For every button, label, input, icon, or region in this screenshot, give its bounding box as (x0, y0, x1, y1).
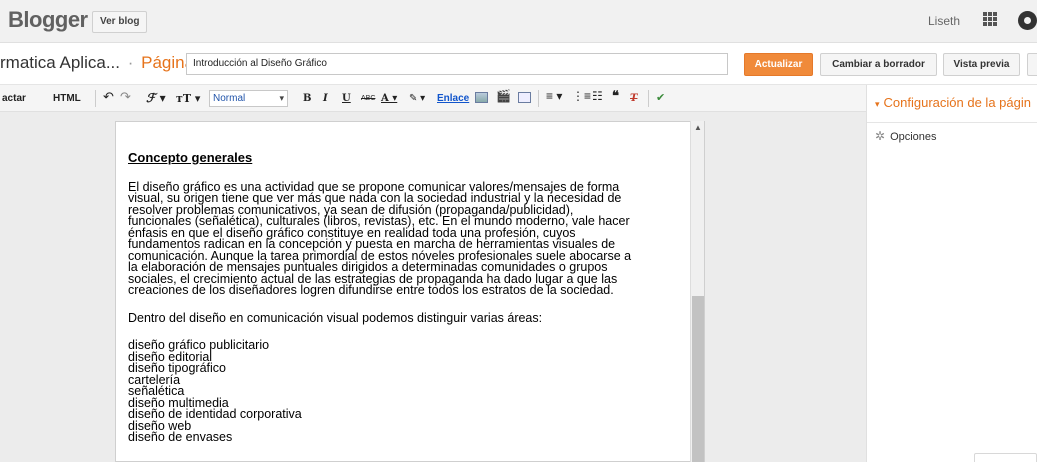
paragraph-line: creaciones de los diseñadores logren dif… (128, 283, 614, 297)
list-item: diseño tipográfico (128, 361, 226, 375)
insert-image-icon[interactable] (475, 92, 488, 103)
editor-toolbar: actar HTML ↶ ↷ ℱ ▾ ᴛT ▾ Normal B I U ABC… (0, 85, 866, 112)
insert-jump-break-icon[interactable] (518, 92, 531, 103)
list-item: diseño gráfico publicitario (128, 338, 270, 352)
quote-icon[interactable]: ❝ (612, 88, 619, 105)
undo-icon[interactable]: ↶ (103, 88, 114, 105)
list-item: cartelería (128, 372, 181, 387)
html-mode-tab[interactable]: HTML (53, 90, 81, 107)
page-settings-label: Configuración de la págin (883, 95, 1031, 110)
top-bar: Blogger Ver blog Liseth (0, 0, 1037, 43)
document-body: Concepto generales El diseño gráfico es … (128, 150, 688, 444)
editor-content-area[interactable]: Concepto generales El diseño gráfico es … (115, 121, 705, 462)
editor-scrollbar[interactable]: ▲ (690, 121, 704, 462)
breadcrumb-separator: · (127, 53, 134, 72)
settings-sidebar: ▾ Configuración de la págin ✲ Opciones (866, 85, 1037, 462)
text-color-icon[interactable]: A ▾ (381, 90, 397, 107)
user-name[interactable]: Liseth (928, 14, 960, 28)
blogger-logo[interactable]: Blogger (8, 7, 88, 33)
apps-grid-icon[interactable] (983, 12, 997, 26)
list-item: diseño de envases (128, 430, 233, 444)
view-blog-button[interactable]: Ver blog (92, 11, 148, 33)
italic-icon[interactable]: I (323, 90, 328, 107)
highlight-color-icon[interactable]: ✎ ▾ (409, 90, 425, 107)
align-icon[interactable]: ≡ ▾ (546, 88, 562, 105)
chevron-down-icon: ▾ (875, 99, 880, 109)
strikethrough-icon[interactable]: ABC (361, 90, 375, 107)
update-button[interactable]: Actualizar (744, 53, 813, 76)
toolbar-divider (538, 90, 539, 107)
insert-video-icon[interactable]: 🎬 (496, 88, 511, 105)
options-item[interactable]: ✲ Opciones (875, 129, 937, 143)
document-paragraph-2: Dentro del diseño en comunicación visual… (128, 310, 543, 325)
preview-button[interactable]: Vista previa (943, 53, 1020, 76)
account-avatar-icon[interactable] (1018, 11, 1037, 30)
compose-mode-tab[interactable]: actar (2, 90, 26, 107)
spellcheck-icon[interactable]: ✔ (656, 90, 665, 107)
underline-icon[interactable]: U (342, 90, 351, 107)
document-heading: Concepto generales (128, 150, 253, 165)
font-size-icon[interactable]: ᴛT ▾ (176, 90, 200, 107)
breadcrumb: rmatica Aplica... · Página (0, 53, 194, 73)
page-settings-title[interactable]: ▾ Configuración de la págin (875, 95, 1031, 110)
scrollbar-thumb[interactable] (692, 296, 704, 462)
redo-icon[interactable]: ↷ (120, 88, 131, 105)
remove-formatting-icon[interactable]: T (630, 90, 637, 107)
areas-list: diseño gráfico publicitario diseño edito… (128, 338, 688, 444)
bold-icon[interactable]: B (303, 90, 311, 107)
scroll-up-arrow-icon[interactable]: ▲ (694, 123, 702, 132)
document-paragraph-1: El diseño gráfico es una actividad que s… (128, 181, 688, 297)
toolbar-divider (648, 90, 649, 107)
post-title-bar: rmatica Aplica... · Página Introducción … (0, 43, 1037, 85)
toolbar-divider (95, 90, 96, 107)
blog-name[interactable]: rmatica Aplica... (0, 53, 120, 72)
close-button[interactable] (1027, 53, 1037, 76)
gear-icon: ✲ (875, 129, 886, 143)
options-label: Opciones (890, 131, 937, 143)
list-item: diseño de identidad corporativa (128, 407, 302, 421)
floating-widget[interactable] (974, 453, 1037, 462)
bulleted-list-icon[interactable]: ☷ (592, 88, 603, 105)
revert-to-draft-button[interactable]: Cambiar a borrador (820, 53, 937, 76)
numbered-list-icon[interactable]: ⋮≡ (572, 88, 591, 105)
page-title-input[interactable]: Introducción al Diseño Gráfico (186, 53, 728, 75)
sidebar-section-header[interactable]: ▾ Configuración de la págin (867, 85, 1037, 123)
format-select[interactable]: Normal (209, 90, 288, 107)
insert-link-button[interactable]: Enlace (437, 90, 469, 107)
font-family-icon[interactable]: ℱ ▾ (146, 90, 166, 107)
